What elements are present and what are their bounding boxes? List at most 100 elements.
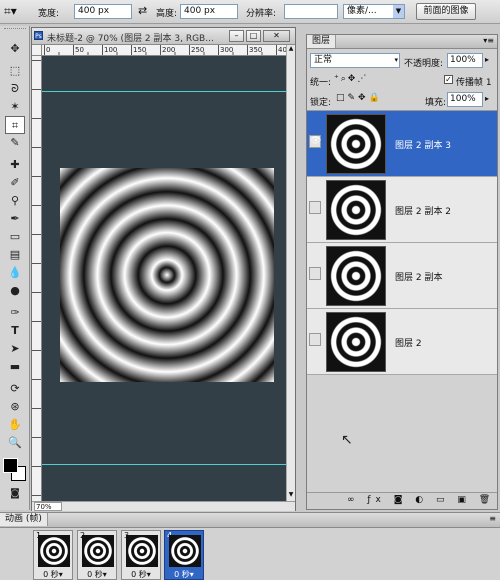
fill-slider-icon[interactable]: ▸ bbox=[485, 94, 489, 103]
pen-tool-icon[interactable]: ✑ bbox=[5, 304, 25, 322]
gradient-tool-icon[interactable]: ▤ bbox=[5, 246, 25, 264]
ruler-mark: 400 bbox=[278, 46, 286, 54]
animation-frame[interactable]: 1 0 秒▾ bbox=[33, 530, 73, 580]
tab-animation[interactable]: 动画 (帧) bbox=[0, 513, 48, 526]
concentric-rings-image[interactable] bbox=[60, 168, 274, 382]
zoom-level[interactable]: 70% bbox=[34, 502, 62, 511]
minimize-icon[interactable]: – bbox=[229, 30, 244, 42]
eyedropper-tool-icon[interactable]: ✎ bbox=[5, 134, 25, 152]
lock-buttons-icon[interactable]: □✎✥🔒 bbox=[336, 93, 383, 103]
resolution-unit-value: 像素/... bbox=[347, 6, 377, 16]
shape-tool-icon[interactable]: ▬ bbox=[5, 358, 25, 376]
scroll-up-icon[interactable]: ▲ bbox=[287, 45, 295, 53]
tab-layers[interactable]: 图层 bbox=[307, 35, 337, 48]
3d-orbit-tool-icon[interactable]: ⊛ bbox=[5, 398, 25, 416]
unify-label: 统一: bbox=[310, 78, 332, 88]
hand-tool-icon[interactable]: ✋ bbox=[5, 416, 25, 434]
frame-delay[interactable]: 0 秒▾ bbox=[78, 569, 116, 580]
visibility-eye-icon[interactable]: 👁 bbox=[309, 135, 321, 148]
layer-name: 图层 2 副本 3 bbox=[395, 141, 452, 151]
lock-fill-row: 锁定: □✎✥🔒 填充: 100% ▸ bbox=[307, 90, 497, 108]
animation-frame[interactable]: 3 0 秒▾ bbox=[121, 530, 161, 580]
magic-wand-tool-icon[interactable]: ✶ bbox=[5, 98, 25, 116]
opacity-slider-icon[interactable]: ▸ bbox=[485, 55, 489, 64]
vertical-ruler[interactable] bbox=[32, 56, 42, 501]
blur-tool-icon[interactable]: 💧 bbox=[5, 264, 25, 282]
propagate-checkbox[interactable]: ✓ bbox=[444, 75, 453, 84]
front-image-button[interactable]: 前面的图像 bbox=[416, 3, 476, 20]
ruler-mark: 350 bbox=[249, 46, 262, 54]
history-brush-tool-icon[interactable]: ✒ bbox=[5, 210, 25, 228]
guide-line-top[interactable] bbox=[42, 91, 286, 92]
visibility-toggle[interactable] bbox=[309, 333, 321, 346]
blend-mode-select[interactable]: 正常 ▾ bbox=[310, 53, 400, 68]
layer-name: 图层 2 bbox=[395, 339, 422, 349]
visibility-toggle[interactable] bbox=[309, 201, 321, 214]
animation-frame[interactable]: 2 0 秒▾ bbox=[77, 530, 117, 580]
fill-label: 填充: bbox=[425, 98, 447, 108]
layer-thumbnail bbox=[326, 246, 386, 306]
lasso-tool-icon[interactable]: ᘐ bbox=[5, 80, 25, 98]
resolution-unit-select[interactable]: 像素/... ▼ bbox=[343, 4, 405, 19]
document-title: 未标题-2 @ 70% (图层 2 副本 3, RGB... bbox=[47, 34, 214, 44]
layer-row[interactable]: 👁 图层 2 副本 3 bbox=[307, 111, 497, 177]
brush-tool-icon[interactable]: ✐ bbox=[5, 174, 25, 192]
move-tool-icon[interactable]: ✥ bbox=[5, 40, 25, 58]
layer-thumbnail bbox=[326, 312, 386, 372]
layers-panel-tabbar: 图层 ▾≡ bbox=[307, 35, 497, 49]
marquee-tool-icon[interactable]: ⬚ bbox=[5, 62, 25, 80]
path-selection-tool-icon[interactable]: ➤ bbox=[5, 340, 25, 358]
options-bar: ⌗▾ 宽度: 400 px ⇄ 高度: 400 px 分辨率: 像素/... ▼… bbox=[0, 0, 500, 24]
crop-tool-icon[interactable]: ⌗ bbox=[5, 116, 25, 134]
horizontal-ruler[interactable]: 0 50 100 150 200 250 300 350 400 bbox=[42, 45, 286, 56]
unify-buttons-icon[interactable]: ⁺⌕✥⋰ bbox=[334, 74, 368, 84]
resolution-label: 分辨率: bbox=[246, 9, 277, 19]
rings-pattern bbox=[60, 168, 274, 382]
frame-delay[interactable]: 0 秒▾ bbox=[34, 569, 72, 580]
horizontal-ruler-ticks: 0 50 100 150 200 250 300 350 400 bbox=[44, 45, 286, 55]
opacity-input[interactable]: 100% bbox=[447, 53, 483, 68]
quick-mask-icon[interactable]: ◙ bbox=[5, 485, 25, 503]
visibility-toggle[interactable] bbox=[309, 267, 321, 280]
chevron-down-icon: ▾ bbox=[394, 56, 398, 64]
panel-menu-icon[interactable]: ▾≡ bbox=[483, 36, 494, 45]
eraser-tool-icon[interactable]: ▭ bbox=[5, 228, 25, 246]
frame-delay[interactable]: 0 秒▾ bbox=[165, 569, 203, 580]
toolbox-grip[interactable] bbox=[4, 28, 26, 32]
ruler-mark: 0 bbox=[46, 46, 50, 54]
resolution-input[interactable] bbox=[284, 4, 338, 19]
layer-row[interactable]: 图层 2 bbox=[307, 309, 497, 375]
ps-document-icon: Ps bbox=[34, 31, 43, 40]
layer-row[interactable]: 图层 2 副本 2 bbox=[307, 177, 497, 243]
document-titlebar[interactable]: Ps 未标题-2 @ 70% (图层 2 副本 3, RGB... – □ ✕ bbox=[32, 28, 295, 45]
canvas-area[interactable] bbox=[42, 56, 286, 501]
maximize-icon[interactable]: □ bbox=[246, 30, 261, 42]
animation-frame[interactable]: 4 0 秒▾ bbox=[164, 530, 204, 580]
document-window: Ps 未标题-2 @ 70% (图层 2 副本 3, RGB... – □ ✕ … bbox=[31, 27, 296, 511]
height-input[interactable]: 400 px bbox=[180, 4, 238, 19]
clone-stamp-tool-icon[interactable]: ⚲ bbox=[5, 192, 25, 210]
frame-delay[interactable]: 0 秒▾ bbox=[122, 569, 160, 580]
layer-actions-icons[interactable]: ∞ ƒx ◙ ◐ ▭ ▣ 🗑 bbox=[347, 495, 495, 505]
guide-line-bottom[interactable] bbox=[42, 464, 286, 465]
3d-rotate-tool-icon[interactable]: ⟳ bbox=[5, 380, 25, 398]
foreground-color-swatch-top[interactable] bbox=[3, 458, 18, 473]
animation-panel: 动画 (帧) ≡ 1 0 秒▾ 2 0 秒▾ 3 0 秒▾ 4 0 秒▾ bbox=[0, 512, 500, 580]
healing-brush-tool-icon[interactable]: ✚ bbox=[5, 156, 25, 174]
ruler-origin[interactable] bbox=[32, 45, 42, 56]
layer-row[interactable]: 图层 2 副本 bbox=[307, 243, 497, 309]
zoom-tool-icon[interactable]: 🔍 bbox=[5, 434, 25, 452]
width-input[interactable]: 400 px bbox=[74, 4, 132, 19]
frame-thumbnail bbox=[126, 535, 158, 567]
vertical-scrollbar[interactable]: ▲ ▼ bbox=[286, 45, 295, 501]
dodge-tool-icon[interactable]: ● bbox=[5, 282, 25, 300]
close-icon[interactable]: ✕ bbox=[263, 30, 290, 42]
fill-input[interactable]: 100% bbox=[447, 92, 483, 107]
scroll-down-icon[interactable]: ▼ bbox=[287, 491, 295, 499]
vertical-ruler-ticks bbox=[32, 60, 41, 496]
crop-tool-preset-icon[interactable]: ⌗▾ bbox=[4, 4, 17, 19]
panel-menu-icon[interactable]: ≡ bbox=[489, 514, 496, 523]
swap-dimensions-icon[interactable]: ⇄ bbox=[138, 4, 147, 17]
layer-thumbnail bbox=[326, 180, 386, 240]
type-tool-icon[interactable]: T bbox=[5, 322, 25, 340]
